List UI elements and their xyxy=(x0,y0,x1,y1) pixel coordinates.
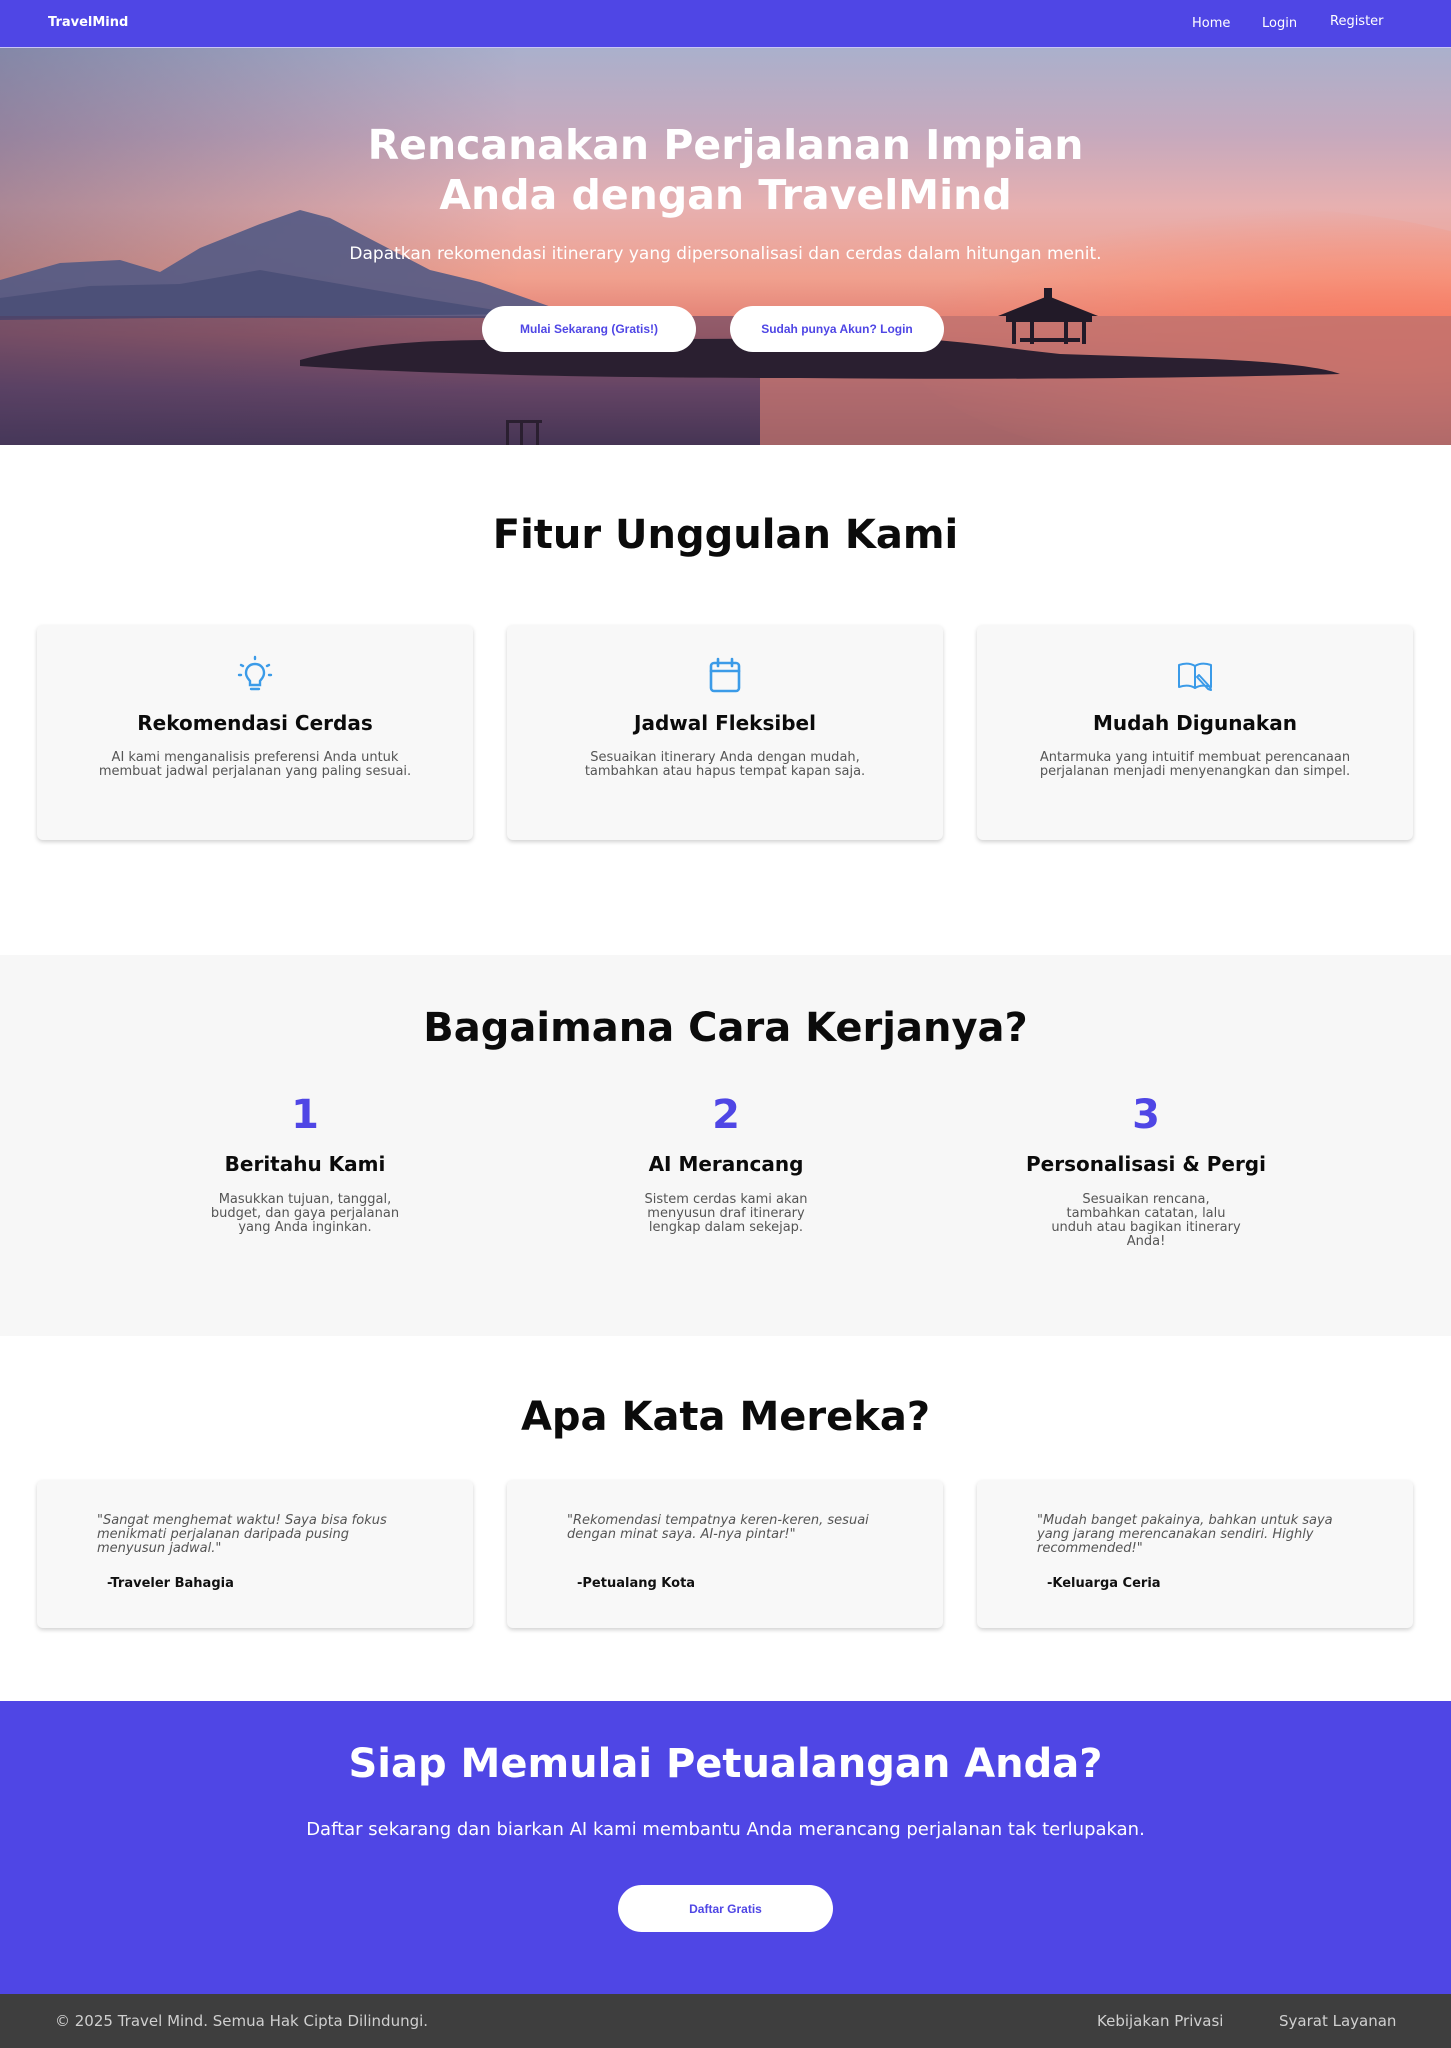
cta-title: Siap Memulai Petualangan Anda? xyxy=(348,1741,1103,1787)
feature-title: Jadwal Fleksibel xyxy=(634,711,816,735)
how-title: Bagaimana Cara Kerjanya? xyxy=(423,1005,1028,1051)
features-title: Fitur Unggulan Kami xyxy=(492,512,959,558)
hero-subtitle: Dapatkan rekomendasi itinerary yang dipe… xyxy=(349,244,1102,264)
testimonial-author: -Petualang Kota xyxy=(577,1576,696,1591)
testimonial-quote: "Mudah banget pakainya, bahkan untuk say… xyxy=(1037,1513,1333,1556)
step-number: 1 xyxy=(291,1092,319,1138)
terms-of-service-link[interactable]: Syarat Layanan xyxy=(1279,2012,1396,2030)
start-free-button[interactable]: Mulai Sekarang (Gratis!) xyxy=(482,306,696,352)
footer-copyright: © 2025 Travel Mind. Semua Hak Cipta Dili… xyxy=(55,2012,429,2030)
testimonial-author: -Keluarga Ceria xyxy=(1047,1576,1161,1591)
step-desc: Sesuaikan rencana, tambahkan catatan, la… xyxy=(1051,1192,1241,1249)
step-title: AI Merancang xyxy=(648,1152,804,1176)
feature-card: Rekomendasi Cerdas AI kami menganalisis … xyxy=(37,625,473,840)
testimonial-author: -Traveler Bahagia xyxy=(107,1576,234,1591)
book-edit-icon xyxy=(1178,662,1212,691)
feature-card: Mudah Digunakan Antarmuka yang intuitif … xyxy=(977,625,1413,840)
lightbulb-icon xyxy=(237,655,273,691)
nav-login-link[interactable]: Login xyxy=(1262,16,1297,31)
feature-desc: Sesuaikan itinerary Anda dengan mudah, t… xyxy=(584,750,866,779)
hero-title-text: Rencanakan Perjalanan Impian Anda dengan… xyxy=(367,121,1084,219)
brand-logo[interactable]: TravelMind xyxy=(48,15,128,30)
step-desc: Masukkan tujuan, tanggal, budget, dan ga… xyxy=(210,1192,400,1235)
cta-subtitle: Daftar sekarang dan biarkan AI kami memb… xyxy=(306,1819,1145,1840)
feature-desc: Antarmuka yang intuitif membuat perencan… xyxy=(1039,750,1351,779)
hero-title: Rencanakan Perjalanan Impian Anda dengan… xyxy=(0,120,1451,220)
testimonial-card: "Mudah banget pakainya, bahkan untuk say… xyxy=(977,1480,1413,1628)
calendar-icon xyxy=(709,657,741,693)
register-free-button[interactable]: Daftar Gratis xyxy=(618,1885,833,1932)
testimonials-title: Apa Kata Mereka? xyxy=(520,1394,931,1440)
testimonial-card: "Rekomendasi tempatnya keren-keren, sesu… xyxy=(507,1480,943,1628)
feature-desc: AI kami menganalisis preferensi Anda unt… xyxy=(98,750,412,779)
feature-title: Rekomendasi Cerdas xyxy=(137,711,373,735)
privacy-policy-link[interactable]: Kebijakan Privasi xyxy=(1097,2012,1223,2030)
testimonial-quote: "Rekomendasi tempatnya keren-keren, sesu… xyxy=(567,1513,869,1542)
feature-title: Mudah Digunakan xyxy=(1093,711,1297,735)
nav-register-link[interactable]: Register xyxy=(1330,14,1384,29)
hero-section: Rencanakan Perjalanan Impian Anda dengan… xyxy=(0,48,1451,445)
hero-login-button[interactable]: Sudah punya Akun? Login xyxy=(730,306,944,352)
testimonial-card: "Sangat menghemat waktu! Saya bisa fokus… xyxy=(37,1480,473,1628)
step-desc: Sistem cerdas kami akan menyusun draf it… xyxy=(644,1192,808,1235)
step-number: 2 xyxy=(712,1092,740,1138)
testimonial-quote: "Sangat menghemat waktu! Saya bisa fokus… xyxy=(97,1513,387,1556)
step-title: Beritahu Kami xyxy=(224,1152,386,1176)
feature-card: Jadwal Fleksibel Sesuaikan itinerary And… xyxy=(507,625,943,840)
cta-section: Siap Memulai Petualangan Anda? Daftar se… xyxy=(0,1701,1451,1994)
step-title: Personalisasi & Pergi xyxy=(1026,1152,1266,1176)
how-it-works-section: Bagaimana Cara Kerjanya? 1 Beritahu Kami… xyxy=(0,955,1451,1336)
navbar: TravelMind Home Login Register xyxy=(0,0,1451,48)
step-number: 3 xyxy=(1132,1092,1160,1138)
footer: © 2025 Travel Mind. Semua Hak Cipta Dili… xyxy=(0,1994,1451,2048)
nav-home-link[interactable]: Home xyxy=(1192,16,1230,31)
